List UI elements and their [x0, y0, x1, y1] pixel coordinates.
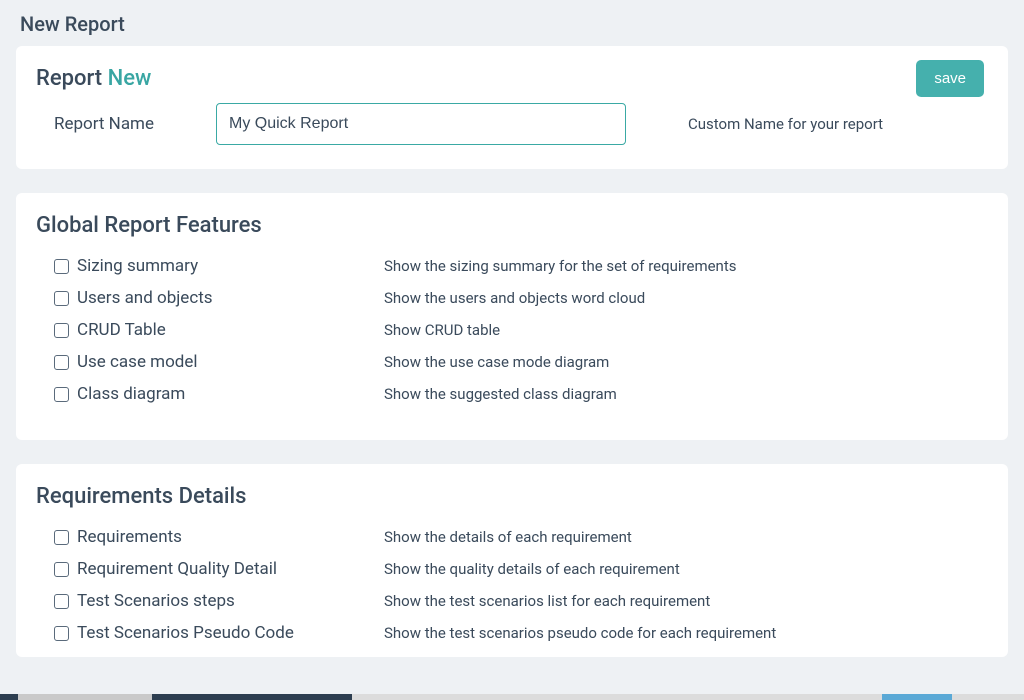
feature-desc: Show the suggested class diagram [384, 385, 617, 403]
feature-row: Sizing summary Show the sizing summary f… [36, 250, 988, 282]
report-name-input[interactable] [216, 103, 626, 145]
checkbox-test-scenarios-pseudo-code[interactable] [54, 626, 69, 641]
feature-label: Use case model [77, 352, 198, 372]
checkbox-class-diagram[interactable] [54, 387, 69, 402]
feature-label: Requirements [77, 527, 182, 547]
feature-label: Requirement Quality Detail [77, 559, 277, 579]
report-new-badge: New [108, 66, 152, 91]
report-card: Report New Report Name Custom Name for y… [16, 46, 1008, 169]
report-name-label: Report Name [54, 114, 184, 134]
feature-row: Class diagram Show the suggested class d… [36, 378, 988, 410]
requirements-details-card: Requirements Details Requirements Show t… [16, 464, 1008, 657]
feature-desc: Show the users and objects word cloud [384, 289, 645, 307]
feature-row: Requirements Show the details of each re… [36, 521, 988, 553]
feature-label: Users and objects [77, 288, 213, 308]
feature-row: CRUD Table Show CRUD table [36, 314, 988, 346]
feature-label: Test Scenarios steps [77, 591, 235, 611]
feature-desc: Show the details of each requirement [384, 528, 632, 546]
global-features-card: Global Report Features Sizing summary Sh… [16, 193, 1008, 440]
checkbox-crud-table[interactable] [54, 323, 69, 338]
global-features-title: Global Report Features [36, 213, 988, 238]
checkbox-test-scenarios-steps[interactable] [54, 594, 69, 609]
feature-desc: Show the use case mode diagram [384, 353, 609, 371]
feature-desc: Show the quality details of each require… [384, 560, 680, 578]
feature-desc: Show the test scenarios pseudo code for … [384, 624, 776, 642]
checkbox-requirement-quality-detail[interactable] [54, 562, 69, 577]
checkbox-use-case-model[interactable] [54, 355, 69, 370]
feature-desc: Show CRUD table [384, 321, 500, 339]
bottom-strip [0, 694, 1024, 700]
report-card-title: Report New [36, 66, 916, 91]
feature-row: Requirement Quality Detail Show the qual… [36, 553, 988, 585]
requirements-details-title: Requirements Details [36, 484, 988, 509]
page-title: New Report [0, 0, 1024, 46]
feature-row: Users and objects Show the users and obj… [36, 282, 988, 314]
feature-row: Use case model Show the use case mode di… [36, 346, 988, 378]
checkbox-requirements[interactable] [54, 530, 69, 545]
checkbox-users-objects[interactable] [54, 291, 69, 306]
checkbox-sizing-summary[interactable] [54, 259, 69, 274]
feature-row: Test Scenarios steps Show the test scena… [36, 585, 988, 617]
feature-label: Test Scenarios Pseudo Code [77, 623, 294, 643]
feature-label: Class diagram [77, 384, 185, 404]
feature-desc: Show the sizing summary for the set of r… [384, 257, 737, 275]
report-name-hint: Custom Name for your report [688, 115, 883, 133]
feature-label: CRUD Table [77, 320, 166, 340]
feature-desc: Show the test scenarios list for each re… [384, 592, 710, 610]
feature-label: Sizing summary [77, 256, 198, 276]
save-button[interactable]: save [916, 60, 984, 97]
report-title-prefix: Report [36, 66, 102, 91]
feature-row: Test Scenarios Pseudo Code Show the test… [36, 617, 988, 649]
